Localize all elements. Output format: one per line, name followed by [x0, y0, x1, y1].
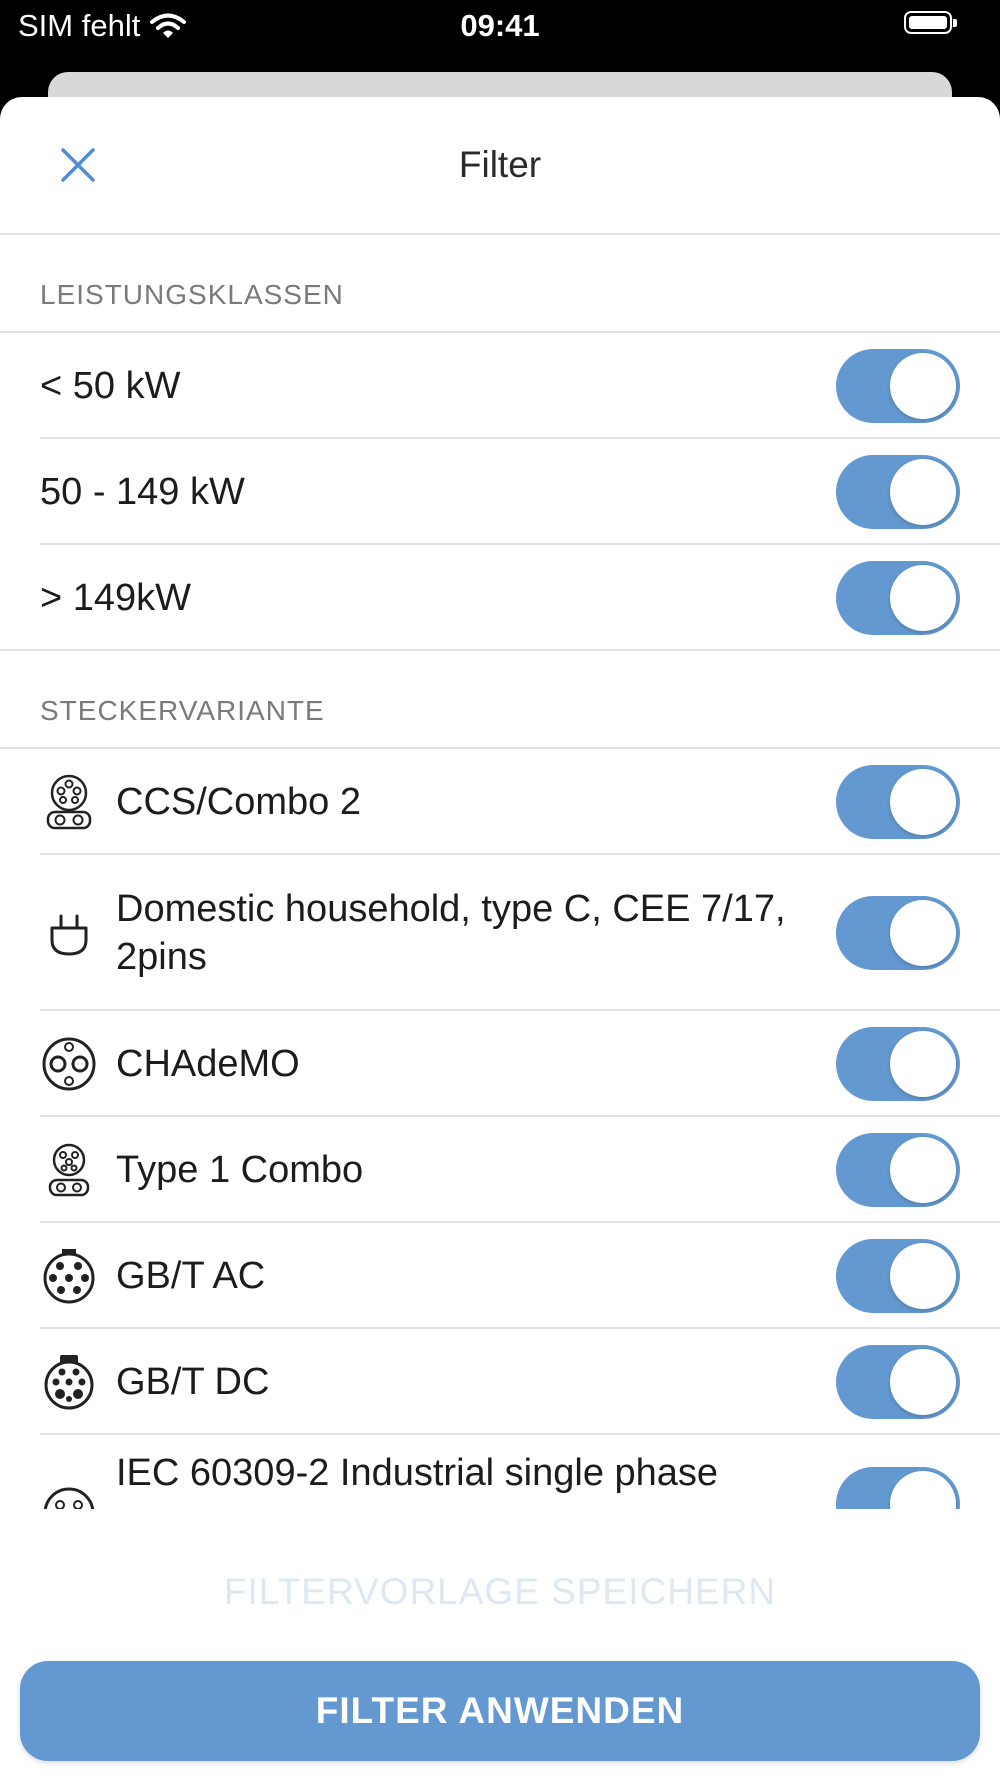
row-label: IEC 60309-2 Industrial single phase: [116, 1452, 719, 1494]
toggle-switch[interactable]: [836, 896, 960, 970]
toggle-switch[interactable]: [836, 765, 960, 839]
plug-row-domestic: Domestic household, type C, CEE 7/17, 2p…: [0, 855, 1000, 1011]
ccs-combo-2-icon: [46, 774, 92, 830]
page-title: Filter: [458, 144, 542, 185]
status-time: 09:41: [460, 8, 540, 43]
iec-60309-icon: [43, 1487, 95, 1509]
gbt-ac-icon: [43, 1249, 95, 1304]
domestic-plug-icon: [50, 914, 88, 956]
plug-row-chademo: CHAdeMO: [0, 1011, 1000, 1117]
row-label: GB/T DC: [116, 1361, 270, 1403]
section-title: LEISTUNGSKLASSEN: [40, 279, 344, 310]
power-row-50-149: 50 - 149 kW: [0, 439, 1000, 545]
plug-row-gbt-ac: GB/T AC: [0, 1223, 1000, 1329]
row-label: Type 1 Combo: [116, 1149, 364, 1191]
plug-row-iec-60309: IEC 60309-2 Industrial single phase: [0, 1435, 1000, 1509]
plug-row-ccs-combo-2: CCS/Combo 2: [0, 749, 1000, 855]
toggle-switch[interactable]: [836, 1467, 960, 1509]
filter-list[interactable]: LEISTUNGSKLASSEN < 50 kW 50 - 149 kW > 1…: [0, 235, 1000, 1521]
plug-row-gbt-dc: GB/T DC: [0, 1329, 1000, 1435]
section-title: STECKERVARIANTE: [40, 695, 325, 726]
row-label: > 149kW: [40, 577, 192, 619]
toggle-switch[interactable]: [836, 1239, 960, 1313]
toggle-switch[interactable]: [836, 349, 960, 423]
toggle-switch[interactable]: [836, 1027, 960, 1101]
row-label: 50 - 149 kW: [40, 471, 245, 513]
toggle-switch[interactable]: [836, 1133, 960, 1207]
row-label: GB/T AC: [116, 1255, 266, 1297]
row-label: Domestic household, type C, CEE 7/17, 2p…: [116, 888, 786, 978]
toggle-switch[interactable]: [836, 561, 960, 635]
sheet-header: Filter: [0, 97, 1000, 235]
row-label: < 50 kW: [40, 365, 181, 407]
status-bar: SIM fehlt 09:41: [0, 0, 1000, 80]
section-header-plugs: STECKERVARIANTE: [0, 651, 1000, 749]
power-row-over-149: > 149kW: [0, 545, 1000, 651]
row-label: CHAdeMO: [116, 1043, 300, 1085]
toggle-switch[interactable]: [836, 1345, 960, 1419]
toggle-switch[interactable]: [836, 455, 960, 529]
battery-icon: [904, 11, 957, 34]
plug-row-type-1-combo: Type 1 Combo: [0, 1117, 1000, 1223]
gbt-dc-icon: [44, 1355, 94, 1410]
apply-filter-button[interactable]: FILTER ANWENDEN: [20, 1661, 980, 1761]
row-label: CCS/Combo 2: [116, 781, 361, 823]
chademo-icon: [42, 1037, 96, 1091]
section-header-power: LEISTUNGSKLASSEN: [0, 235, 1000, 333]
save-template-button[interactable]: FILTERVORLAGE SPEICHERN: [0, 1571, 1000, 1613]
power-row-under-50: < 50 kW: [0, 333, 1000, 439]
type-1-combo-icon: [48, 1143, 90, 1197]
filter-sheet: Filter LEISTUNGSKLASSEN < 50 kW 50 - 149…: [0, 97, 1000, 1778]
